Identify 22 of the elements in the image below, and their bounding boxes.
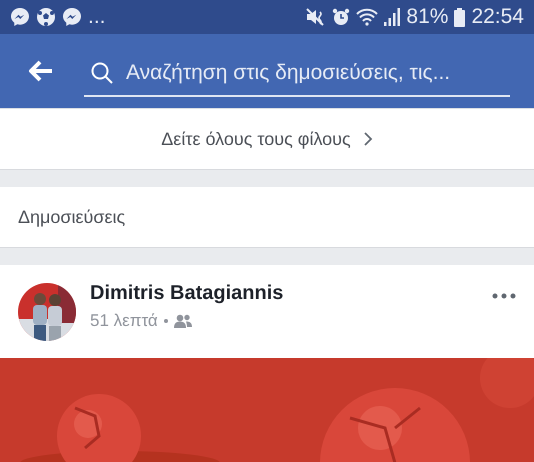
- search-icon: [90, 61, 114, 85]
- wifi-icon: [356, 8, 378, 26]
- battery-icon: [454, 8, 466, 26]
- mute-icon: [306, 8, 326, 26]
- chevron-right-icon: [362, 131, 373, 147]
- section-title: Δημοσιεύσεις: [18, 206, 126, 228]
- back-arrow-icon[interactable]: [28, 60, 54, 82]
- more-notifications-indicator: ...: [88, 5, 106, 29]
- soccer-ball-icon: [36, 7, 56, 27]
- alarm-icon: [332, 8, 350, 26]
- post-author[interactable]: Dimitris Batagiannis: [90, 282, 478, 305]
- signal-icon: [384, 8, 400, 26]
- see-all-friends-link[interactable]: Δείτε όλους τους φίλους: [161, 128, 373, 150]
- post-time: 51 λεπτά: [90, 311, 158, 331]
- friends-audience-icon: [174, 314, 192, 328]
- dot-separator-icon: [164, 319, 168, 323]
- messenger-icon: [62, 7, 82, 27]
- messenger-icon: [10, 7, 30, 27]
- clock-time: 22:54: [471, 5, 524, 29]
- more-options-icon[interactable]: [492, 293, 516, 299]
- battery-percentage: 81%: [406, 5, 448, 29]
- search-field[interactable]: Αναζήτηση στις δημοσιεύσεις, τις...: [84, 51, 510, 97]
